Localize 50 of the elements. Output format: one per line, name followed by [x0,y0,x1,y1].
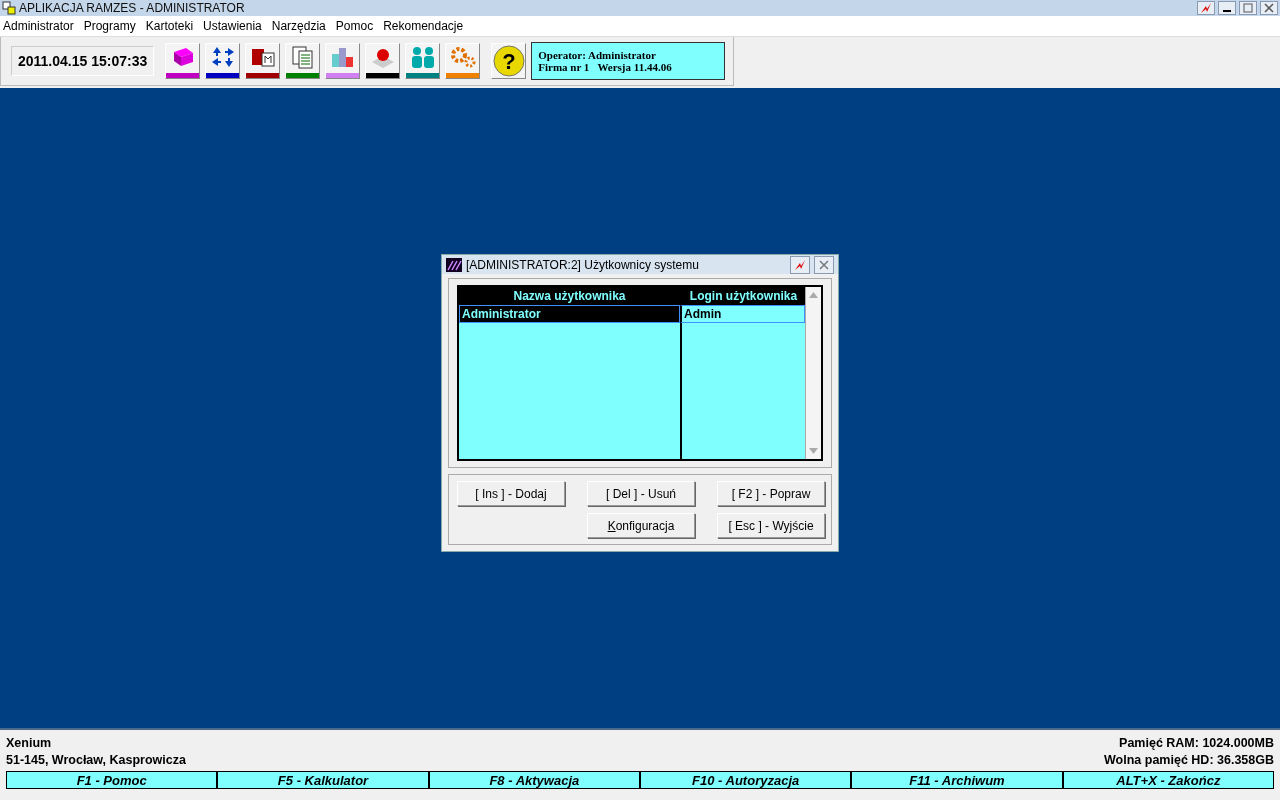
function-key-button[interactable]: F5 - Kalkulator [217,771,429,789]
maximize-icon [1243,3,1253,13]
close-icon [819,259,829,270]
gears-icon [448,44,477,70]
system-info: Pamięć RAM: 1024.000MB [1119,736,1274,750]
column-header: Login użytkownika [680,287,805,305]
dialog-button[interactable]: [ Ins ] - Dodaj [457,481,565,506]
operator-info: Operator: Administrator Firma nr 1 Wersja 11.44.06 [531,42,726,80]
menu-item[interactable]: Rekomendacje [380,19,471,33]
menu-item[interactable]: Pomoc [332,19,381,33]
menu-item[interactable]: Programy [80,19,143,33]
function-key-button[interactable]: F11 - Archiwum [851,771,1063,789]
company-info: 51-145, Wrocław, Kasprowicza [6,753,186,767]
menu-item[interactable]: Narzędzia [268,19,333,33]
company-info: Xenium [6,736,52,750]
menu-item[interactable]: Administrator [0,19,81,33]
toolbar-button[interactable] [165,43,201,79]
lightning-icon [1200,2,1212,14]
close-button[interactable] [1260,1,1278,15]
function-key-button[interactable]: ALT+X - Zakończ [1062,771,1274,789]
function-key-button[interactable]: F8 - Aktywacja [428,771,640,789]
dialog-button[interactable]: [ F2 ] - Popraw [717,481,825,506]
system-info: Wolna pamięć HD: 36.358GB [1104,753,1274,767]
menu-item[interactable]: Ustawienia [200,19,269,33]
close-button[interactable] [814,255,834,274]
dialog-button[interactable]: Konfiguracja [587,513,695,538]
lightning-button[interactable] [1197,1,1215,15]
window-title: APLIKACJA RAMZES - ADMINISTRATOR [19,1,246,15]
function-key-button[interactable]: F1 - Pomoc [6,771,218,789]
up-arrow-icon [809,292,818,298]
date-time: 2011.04.15 15:07:33 [11,46,155,76]
help-button[interactable]: ? [491,43,527,79]
lightning-button[interactable] [790,255,810,274]
down-arrow-icon [809,448,818,454]
dialog-button[interactable]: [ Esc ] - Wyjście [717,513,825,538]
scrollbar[interactable] [805,287,821,459]
toolbar-button[interactable] [245,43,281,79]
dialog-button[interactable]: [ Del ] - Usuń [587,481,695,506]
minimize-icon [1223,10,1231,12]
table-cell[interactable]: Admin [680,305,805,323]
toolbar-button[interactable] [205,43,241,79]
function-key-button[interactable]: F10 - Autoryzacja [640,771,852,789]
dialog-title: [ADMINISTRATOR:2] Użytkownicy systemu [466,257,700,272]
table-cell[interactable]: Administrator [459,305,680,323]
column-header: Nazwa użytkownika [459,287,680,305]
stripes-icon [446,257,462,272]
toolbar-button[interactable] [365,43,401,79]
minimize-button[interactable] [1218,1,1236,15]
menu-item[interactable]: Kartoteki [142,19,201,33]
close-icon [1264,3,1274,13]
